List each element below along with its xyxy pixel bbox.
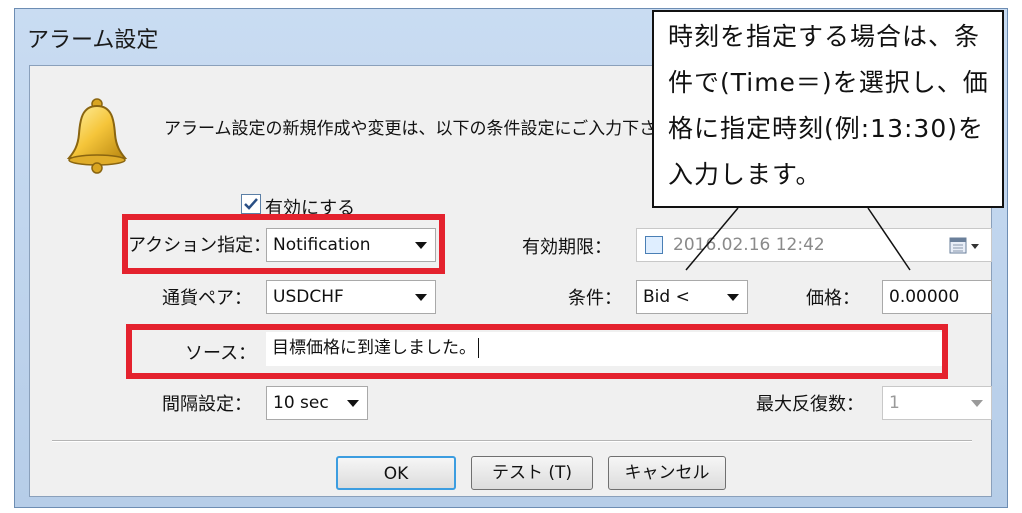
annotation-callout: 時刻を指定する場合は、条 件で(Time＝)を選択し、価 格に指定時刻(例:13… xyxy=(652,10,1004,208)
callout-line-1: 時刻を指定する場合は、条 xyxy=(668,22,981,51)
callout-line-3: 格に指定時刻(例:13:30)を xyxy=(668,114,984,143)
callout-line-4: 入力します。 xyxy=(668,160,822,189)
callout-line-2: 件で(Time＝)を選択し、価 xyxy=(668,68,989,97)
